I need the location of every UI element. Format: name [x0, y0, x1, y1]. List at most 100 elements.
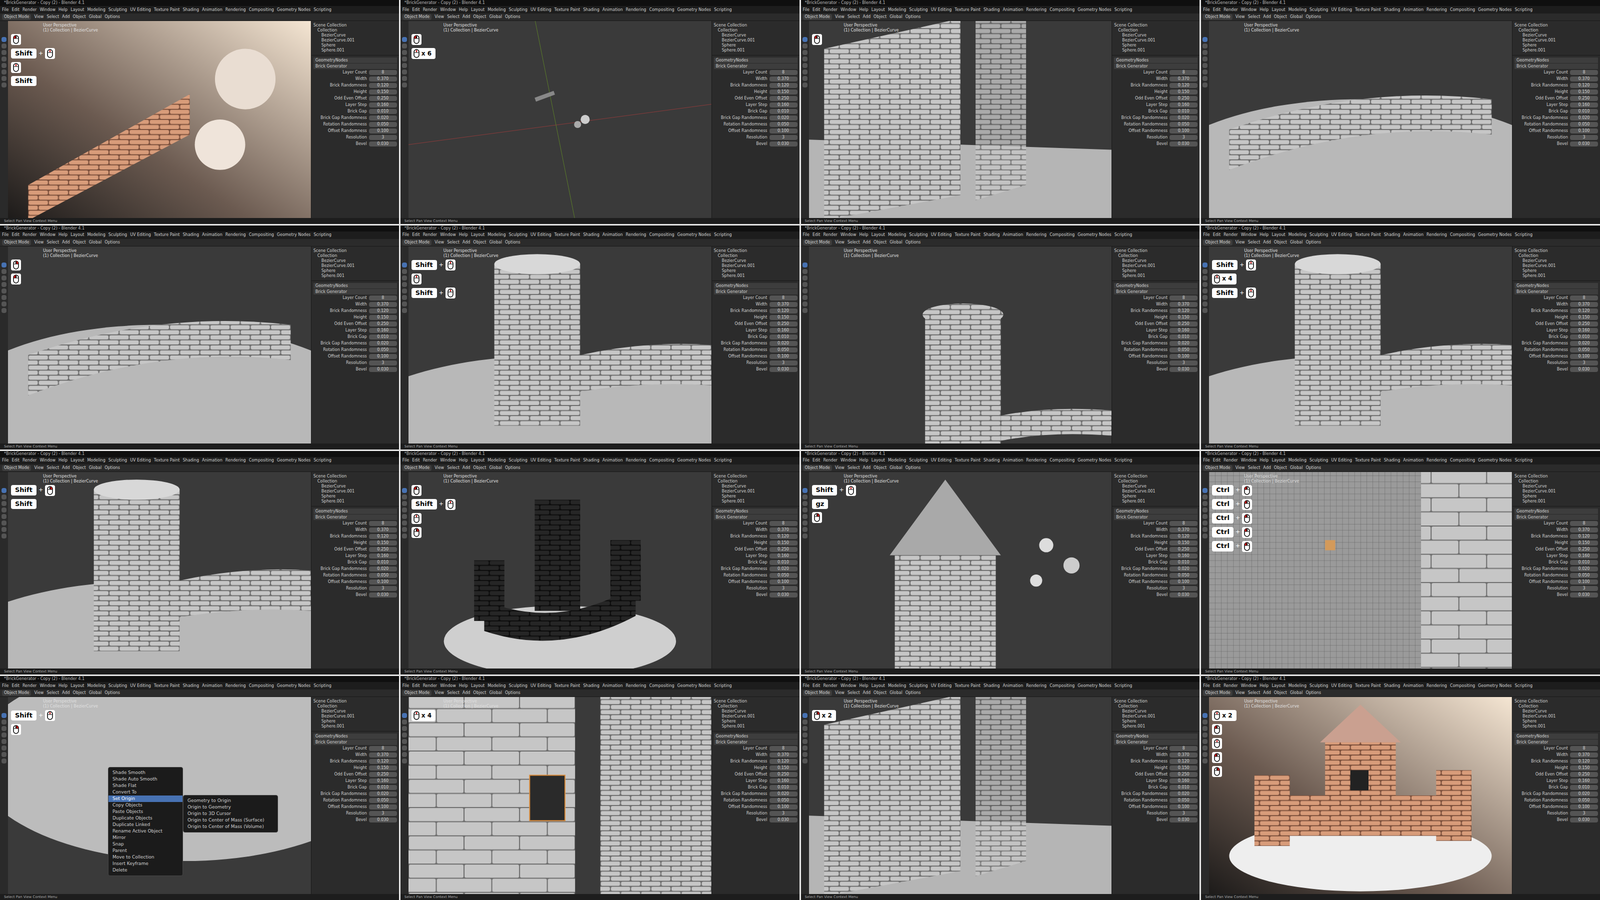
outliner-item[interactable]: Sphere: [1512, 268, 1600, 274]
tool-icon[interactable]: [402, 43, 407, 49]
menu-tab[interactable]: File: [2, 683, 9, 689]
tool-icon[interactable]: [402, 288, 407, 294]
menu-tab[interactable]: File: [1203, 232, 1210, 238]
menu-tab[interactable]: Geometry Nodes: [677, 457, 711, 464]
header-item[interactable]: Global: [489, 465, 502, 471]
header-item[interactable]: Object Mode: [2, 465, 31, 471]
menu-tab[interactable]: Rendering: [626, 683, 647, 689]
menu-tab[interactable]: Sculpting: [1309, 457, 1328, 464]
menu-tab[interactable]: File: [803, 683, 810, 689]
property-field[interactable]: 0.100: [1169, 354, 1198, 359]
menu-tab[interactable]: Window: [840, 683, 857, 689]
menu-tab[interactable]: Compositing: [1049, 7, 1075, 13]
tool-icon[interactable]: [1, 43, 7, 49]
property-field[interactable]: 0.160: [369, 553, 397, 559]
property-field[interactable]: 0.030: [1570, 592, 1598, 598]
outliner-item[interactable]: Sphere: [1112, 719, 1200, 724]
outliner-item[interactable]: BezierCurve: [311, 33, 399, 38]
viewport-scene[interactable]: [809, 697, 1112, 894]
tool-icon[interactable]: [1, 269, 7, 274]
menu-tab[interactable]: Scripting: [313, 232, 332, 238]
property-field[interactable]: 0.050: [769, 347, 798, 353]
menu-tab[interactable]: Sculpting: [108, 7, 127, 13]
header-item[interactable]: Options: [1305, 465, 1321, 471]
header-item[interactable]: Global: [89, 239, 102, 246]
header-item[interactable]: Object: [873, 465, 887, 471]
header-item[interactable]: Select: [46, 690, 59, 696]
property-field[interactable]: 0.160: [769, 102, 798, 108]
property-field[interactable]: 0.050: [369, 798, 397, 803]
tool-icon[interactable]: [802, 269, 808, 274]
outliner-item[interactable]: Collection: [311, 704, 399, 709]
menu-tab[interactable]: Sculpting: [1309, 7, 1328, 13]
property-field[interactable]: 0.250: [1169, 547, 1198, 552]
menu-tab[interactable]: Edit: [1213, 457, 1221, 464]
tool-icon[interactable]: [802, 713, 808, 718]
property-field[interactable]: 0.050: [769, 798, 798, 803]
menu-tab[interactable]: Help: [1259, 683, 1269, 689]
menu-tab[interactable]: Geometry Nodes: [277, 683, 311, 689]
outliner-item[interactable]: Scene Collection: [311, 474, 399, 479]
property-field[interactable]: 0.030: [1570, 817, 1598, 823]
header-item[interactable]: Select: [847, 14, 860, 20]
menu-tab[interactable]: Sculpting: [108, 232, 127, 238]
property-field[interactable]: 0.370: [1570, 302, 1598, 307]
header-item[interactable]: Global: [1290, 239, 1303, 246]
property-field[interactable]: 0.010: [1169, 560, 1198, 565]
tool-icon[interactable]: [1202, 262, 1208, 268]
outliner-item[interactable]: Collection: [712, 253, 800, 259]
menu-tab[interactable]: Render: [1223, 457, 1238, 464]
menu-item[interactable]: Shade Auto Smooth: [108, 776, 183, 783]
menu-tab[interactable]: Help: [459, 683, 468, 689]
header-item[interactable]: Object: [1274, 239, 1287, 246]
property-field[interactable]: 0.370: [369, 752, 397, 758]
menu-tab[interactable]: Sculpting: [1309, 232, 1328, 238]
menu-tab[interactable]: Modeling: [87, 232, 105, 238]
menu-tab[interactable]: File: [402, 457, 409, 464]
menu-tab[interactable]: UV Editing: [530, 7, 552, 13]
outliner-item[interactable]: Sphere.001: [1512, 273, 1600, 279]
tool-icon[interactable]: [1, 739, 7, 744]
header-item[interactable]: Global: [1290, 690, 1303, 696]
outliner-item[interactable]: Collection: [311, 479, 399, 484]
property-field[interactable]: 0.120: [1169, 308, 1198, 314]
outliner-item[interactable]: BezierCurve.001: [311, 489, 399, 494]
tool-icon[interactable]: [802, 282, 808, 287]
menu-tab[interactable]: UV Editing: [130, 683, 151, 689]
outliner-item[interactable]: Sphere: [712, 43, 800, 48]
property-field[interactable]: 0.050: [1570, 573, 1598, 578]
property-field[interactable]: 0.020: [1570, 115, 1598, 121]
property-field[interactable]: 0.030: [369, 367, 397, 372]
menu-tab[interactable]: Layout: [871, 683, 885, 689]
outliner-item[interactable]: Collection: [311, 28, 399, 33]
header-item[interactable]: Select: [1248, 690, 1261, 696]
property-field[interactable]: 0.030: [1169, 367, 1198, 372]
menu-tab[interactable]: UV Editing: [130, 232, 151, 238]
property-field[interactable]: 0.250: [769, 96, 798, 101]
viewport-scene[interactable]: [408, 697, 712, 894]
header-item[interactable]: Global: [89, 465, 102, 471]
property-field[interactable]: 0.150: [369, 765, 397, 771]
tool-icon[interactable]: [802, 501, 808, 506]
property-field[interactable]: 0.030: [1169, 592, 1198, 598]
property-field[interactable]: 0.120: [369, 83, 397, 88]
menu-tab[interactable]: Texture Paint: [954, 683, 981, 689]
outliner-item[interactable]: BezierCurve: [1112, 33, 1200, 38]
outliner-item[interactable]: BezierCurve.001: [1512, 714, 1600, 719]
outliner-item[interactable]: Sphere: [1512, 719, 1600, 724]
viewport-scene[interactable]: [1209, 472, 1512, 669]
menu-tab[interactable]: Shading: [983, 7, 1000, 13]
tool-icon[interactable]: [802, 308, 808, 313]
property-field[interactable]: 3: [369, 586, 397, 591]
property-field[interactable]: 3: [769, 586, 798, 591]
tool-icon[interactable]: [802, 82, 808, 88]
outliner-item[interactable]: Scene Collection: [712, 474, 800, 479]
outliner-item[interactable]: Scene Collection: [1512, 474, 1600, 479]
tool-icon[interactable]: [1202, 295, 1208, 300]
menu-tab[interactable]: Compositing: [1450, 457, 1475, 464]
property-field[interactable]: 0.010: [1570, 334, 1598, 340]
outliner-item[interactable]: BezierCurve: [1112, 484, 1200, 489]
tool-icon[interactable]: [802, 533, 808, 539]
menu-tab[interactable]: Modeling: [1288, 683, 1307, 689]
header-item[interactable]: Object: [473, 690, 486, 696]
